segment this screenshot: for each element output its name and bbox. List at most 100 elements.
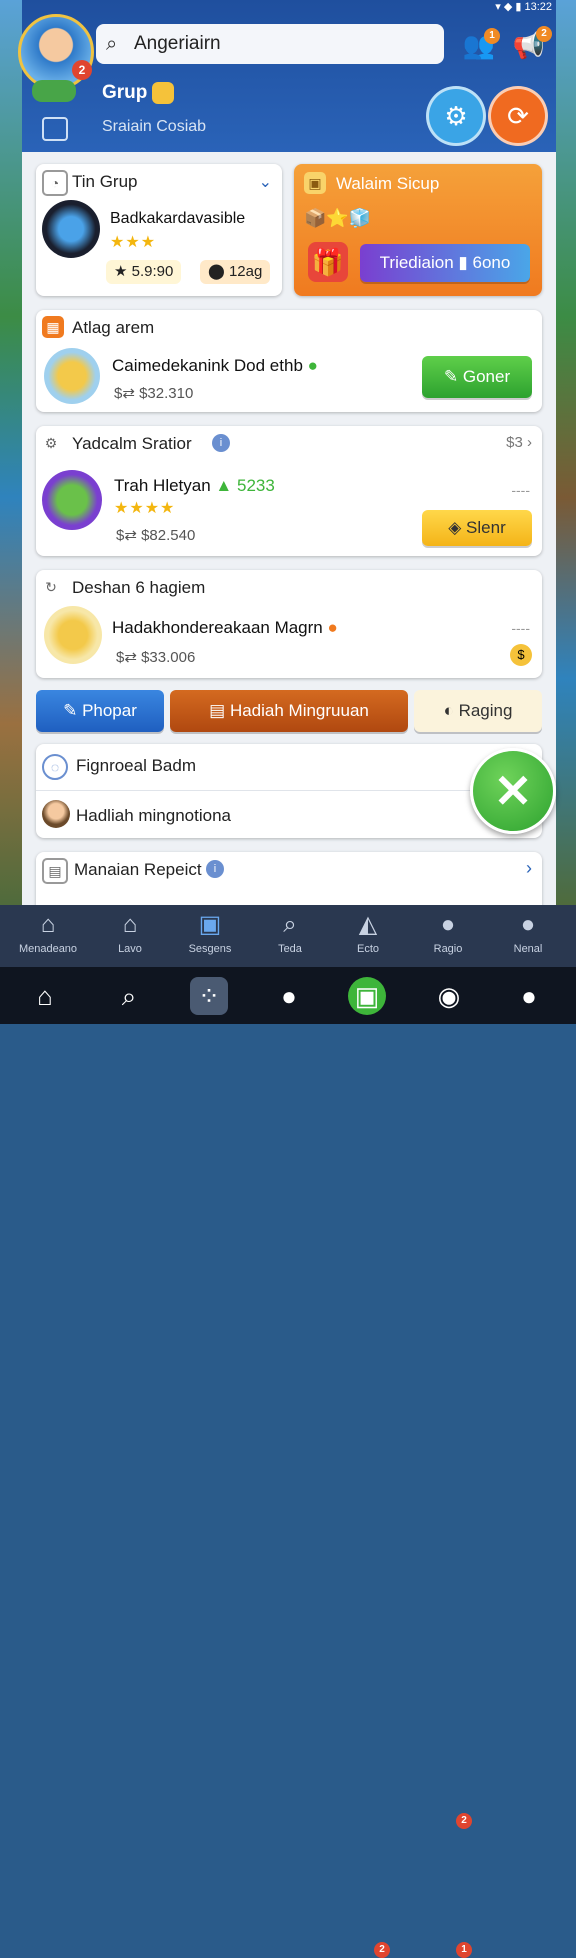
background-left-edge — [0, 0, 22, 905]
goner-button-label: Goner — [462, 367, 511, 386]
treasure-icon: 📦⭐🧊 — [304, 208, 372, 228]
verified-icon: ● — [307, 356, 318, 375]
atlag-item-name: Caimedekanink Dod ethb ● — [112, 356, 318, 376]
points-pill: ⬤ 12ag — [200, 260, 271, 284]
background-right-edge — [554, 0, 576, 905]
tab-hadiah-label: Hadiah Mingruuan — [229, 701, 369, 720]
chat-badge: 1 — [456, 1942, 472, 1958]
chest-icon: ▣ — [304, 172, 326, 194]
game-icon[interactable]: ▣ — [348, 977, 386, 1015]
grid-icon: ▦ — [42, 316, 64, 338]
rewards-list: ◌ Fignroeal Badm Hadliah mingnotiona — [36, 744, 542, 838]
coins-value: 5.9:90 — [131, 263, 174, 280]
coin-icon[interactable]: $ — [510, 644, 532, 666]
nav-label: Sesgens — [188, 943, 232, 955]
settings-button[interactable]: ⚙ — [426, 86, 486, 146]
status-time: 13:22 — [524, 1, 552, 13]
promo-card[interactable]: ▣ Walaim Sicup 📦⭐🧊 🎁 Triediaion ▮ 6ono — [294, 164, 542, 296]
manalan-card[interactable]: ▤ Manaian Repeict i › — [36, 852, 542, 905]
nav-item-home[interactable]: ⌂ Menadeano — [8, 905, 88, 967]
avatar-body — [32, 80, 76, 102]
deshan-card[interactable]: ↻ Deshan 6 hagiem Hadakhondereakaan Magr… — [36, 570, 542, 678]
promo-title: Walaim Sicup — [336, 174, 440, 193]
tab-phopar-label: Phopar — [82, 701, 137, 720]
refresh-icon: ↻ — [45, 579, 57, 595]
search-icon[interactable]: ⌕ — [110, 977, 148, 1015]
goner-button[interactable]: ✎ Goner — [422, 356, 532, 398]
yadcalm-highlight: 5233 — [236, 476, 275, 495]
nav-item-lavo[interactable]: ⌂ Lavo — [90, 905, 170, 967]
promo-button-label: Triediaion — [379, 253, 454, 272]
avatar-badge: 2 — [72, 60, 92, 80]
chevron-down-icon[interactable]: ⌄ — [259, 172, 272, 192]
coin-icon — [152, 82, 174, 104]
avatar — [42, 800, 70, 828]
item-thumbnail — [44, 348, 100, 404]
nav-label: Ragio — [433, 943, 463, 955]
game-badge: 2 — [374, 1942, 390, 1958]
yadcalm-more[interactable]: $3 › — [506, 434, 532, 451]
tab-hadiah[interactable]: ▤ Hadiah Mingruuan — [170, 690, 408, 732]
nav-item-teda[interactable]: ⌕ Teda — [250, 905, 330, 967]
nav-label: Lavo — [118, 943, 142, 955]
nav-item-sesgens[interactable]: ▣ Sesgens — [170, 905, 250, 967]
list-item[interactable]: Fignroeal Badm — [76, 756, 196, 776]
list-icon: ▤ — [42, 858, 68, 884]
yadcalm-price: $⇄ $82.540 — [116, 527, 196, 544]
divider — [36, 790, 542, 791]
chat-icon: ● — [440, 911, 456, 938]
deshan-item-text: Hadakhondereakaan Magrn — [112, 618, 323, 637]
yadcalm-item-text: Trah Hletyan — [114, 476, 211, 495]
grup-subtitle: Sraiain Cosiab — [102, 118, 207, 135]
deshan-dash: ---- — [511, 620, 530, 636]
info-icon: i — [206, 860, 224, 878]
list-item[interactable]: Hadliah mingnotiona — [76, 806, 231, 826]
rating-stars: ★★★★ — [114, 500, 176, 517]
tab-raging-label: Raging — [458, 701, 513, 720]
info-icon: i — [212, 434, 230, 452]
nav-label: Nenal — [513, 943, 543, 955]
close-fab-button[interactable]: ✕ — [470, 748, 556, 834]
chat-icon[interactable]: ◉ — [430, 977, 468, 1015]
tab-phopar[interactable]: ✎ Phopar — [36, 690, 164, 732]
nav-item-nenal[interactable]: ● Nenal — [488, 905, 568, 967]
nav-label: Teda — [278, 943, 302, 955]
tab-raging[interactable]: ◐ Raging — [414, 690, 542, 732]
slenr-button[interactable]: ◈ Slenr — [422, 510, 532, 546]
tin-grup-card[interactable]: ◔ Tin Grup ⌄ Badkakardavasible ★★★ ★ 5.9… — [36, 164, 282, 296]
profile-icon[interactable]: ● — [510, 977, 548, 1015]
shield-icon: ◌ — [42, 754, 68, 780]
coins-pill: ★ 5.9:90 — [106, 260, 182, 284]
promo-button-value: 6ono — [472, 253, 511, 272]
bottom-nav: ⌂ Menadeano ⌂ Lavo ▣ Sesgens ⌕ Teda ◭ Ecto ● R… — [0, 905, 576, 1829]
status-bar: ▾ ◆ ▮ 13:22 — [495, 1, 552, 13]
home-icon[interactable]: ⌂ — [26, 977, 64, 1015]
chevron-right-icon[interactable]: › — [526, 858, 532, 879]
atlag-price-value: $32.310 — [139, 385, 194, 402]
item-thumbnail — [42, 470, 102, 530]
apps-icon[interactable]: ⁘ — [190, 977, 228, 1015]
coin-icon: ● — [327, 618, 338, 637]
search-text: Angeriairn — [134, 33, 221, 54]
person-icon: ● — [520, 911, 536, 938]
promo-button[interactable]: Triediaion ▮ 6ono — [360, 244, 530, 282]
search-icon: ⌕ — [283, 911, 297, 938]
atlag-title: Atlag arem — [72, 318, 155, 337]
atlag-item-text: Caimedekanink Dod ethb — [112, 356, 303, 375]
refresh-button[interactable]: ⟳ — [488, 86, 548, 146]
search-bar[interactable]: ⌕ Angeriairn — [96, 24, 444, 64]
circle-home-icon[interactable]: ● — [270, 977, 308, 1015]
home-icon: ⌂ — [40, 911, 56, 938]
yadcalm-card[interactable]: ⚙ Yadcalm Sratior i $3 › Trah Hletyan ▲ … — [36, 426, 542, 556]
yadcalm-title: Yadcalm Sratior — [72, 434, 192, 453]
nav-item-ecto[interactable]: ◭ Ecto — [328, 905, 408, 967]
deshan-item-name: Hadakhondereakaan Magrn ● — [112, 618, 338, 638]
deshan-title: Deshan 6 hagiem — [72, 578, 206, 597]
nav-item-ragio[interactable]: ● Ragio — [408, 905, 488, 967]
atlag-card[interactable]: ▦ Atlag arem Caimedekanink Dod ethb ● $⇄… — [36, 310, 542, 412]
phone-icon: ▣ — [198, 911, 222, 938]
yadcalm-dash: ---- — [511, 482, 530, 498]
atlag-price: $⇄ $32.310 — [114, 385, 194, 402]
item-thumbnail — [42, 200, 100, 258]
deshan-price: $⇄ $33.006 — [116, 649, 196, 666]
